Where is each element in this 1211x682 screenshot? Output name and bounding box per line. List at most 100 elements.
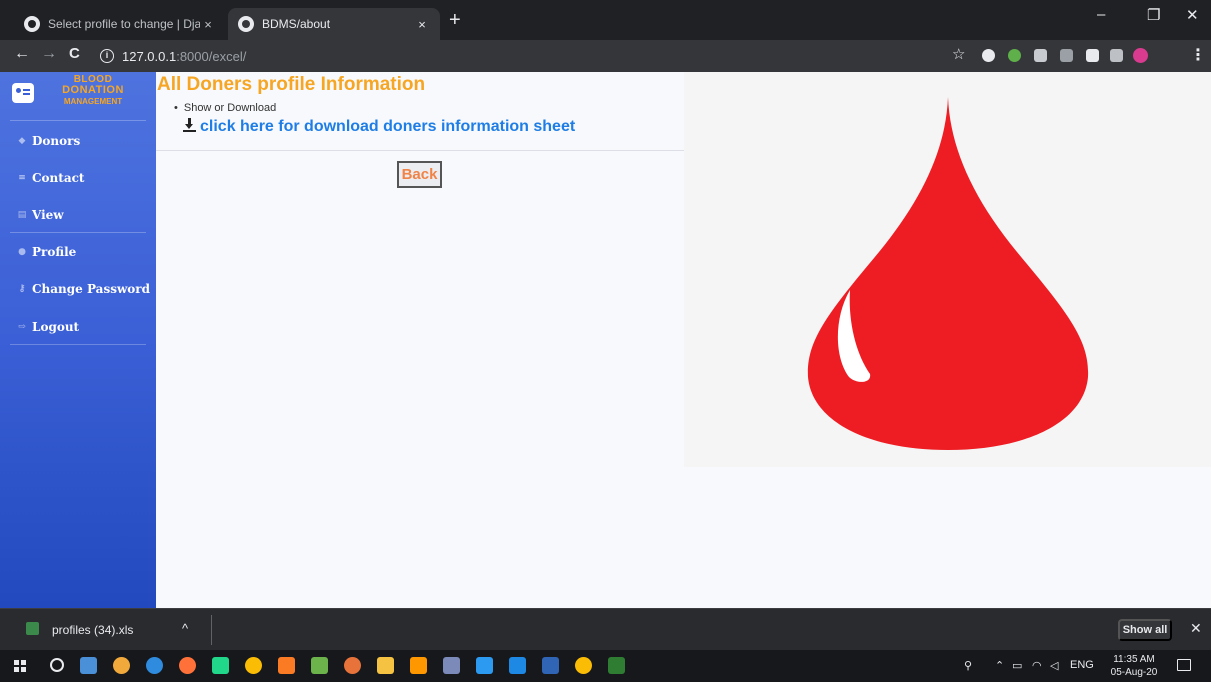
brand-text: BLOOD DONATION MANAGEMENT <box>38 74 148 107</box>
chevron-up-icon[interactable]: ^ <box>182 621 188 636</box>
download-sheet-link[interactable]: click here for download doners informati… <box>183 118 575 136</box>
browser-tab-strip: Select profile to change | Django × BDMS… <box>0 0 1211 40</box>
jupyter-icon[interactable] <box>344 657 361 674</box>
wifi-icon[interactable]: ◠ <box>1032 659 1042 672</box>
info-icon[interactable]: i <box>100 49 114 63</box>
clock[interactable]: 11:35 AM 05-Aug-20 <box>1110 653 1158 679</box>
new-tab-button[interactable]: + <box>449 9 461 32</box>
battery-icon[interactable]: ▭ <box>1012 659 1022 672</box>
restore-icon[interactable]: ❐ <box>1147 6 1160 24</box>
tab-close-icon[interactable]: × <box>200 17 216 32</box>
windows-taskbar: ⚲ ⌃ ▭ ◠ ◁ ENG 11:35 AM 05-Aug-20 <box>0 650 1211 682</box>
vscode-icon[interactable] <box>476 657 493 674</box>
sidebar-item-label: Donors <box>32 134 81 148</box>
media-player-icon[interactable] <box>443 657 460 674</box>
chevron-up-icon[interactable]: ⌃ <box>995 659 1004 672</box>
tab-django-admin[interactable]: Select profile to change | Django × <box>14 8 226 40</box>
sidebar-divider <box>10 344 146 345</box>
forward-arrow-icon[interactable]: → <box>41 45 57 63</box>
shield-extension-icon[interactable] <box>982 49 995 62</box>
page-viewport: BLOOD DONATION MANAGEMENT ◆ Donors ≡ Con… <box>0 72 1211 608</box>
powershell-icon[interactable] <box>542 657 559 674</box>
download-separator <box>211 615 212 645</box>
user-icon: ● <box>18 247 26 257</box>
minimize-icon[interactable]: – <box>1097 6 1105 23</box>
window-close-icon[interactable]: ✕ <box>1186 6 1199 24</box>
list-icon: ≡ <box>18 173 26 183</box>
tor-browser-icon[interactable] <box>113 657 130 674</box>
sidebar-item-profile[interactable]: ● Profile <box>16 242 76 262</box>
sidebar-divider <box>10 232 146 233</box>
address-bar[interactable]: i 127.0.0.1 :8000/excel/ <box>100 44 930 68</box>
tab-bdms-about[interactable]: BDMS/about × <box>228 8 440 40</box>
tab-title: BDMS/about <box>262 17 331 31</box>
more-menu-icon[interactable]: ⋮ <box>1190 45 1206 65</box>
back-button[interactable]: Back <box>397 161 442 188</box>
profile-avatar[interactable] <box>1133 48 1148 63</box>
sidebar-item-view[interactable]: ▤ View <box>16 205 64 225</box>
firefox-icon[interactable] <box>179 657 196 674</box>
xampp-icon[interactable] <box>278 657 295 674</box>
sidebar-item-donors[interactable]: ◆ Donors <box>16 131 81 151</box>
sidebar-item-label: Change Password <box>32 282 151 296</box>
page-title: All Doners profile Information <box>157 74 426 95</box>
notepad-icon[interactable] <box>311 657 328 674</box>
excel-icon[interactable] <box>608 657 625 674</box>
chrome-active-icon[interactable] <box>575 657 592 674</box>
sublime-text-icon[interactable] <box>410 657 427 674</box>
brand-line-3: MANAGEMENT <box>63 97 123 106</box>
logout-icon: ⇨ <box>18 322 26 332</box>
download-bar: profiles (34).xls ^ Show all ✕ <box>0 608 1211 650</box>
people-icon[interactable]: ⚲ <box>964 659 972 672</box>
tab-close-icon[interactable]: × <box>414 17 430 32</box>
download-link-text: click here for download doners informati… <box>200 118 576 135</box>
tab-title: Select profile to change | Django <box>48 17 200 31</box>
sidebar-item-logout[interactable]: ⇨ Logout <box>16 317 79 337</box>
puzzle-extension-icon[interactable] <box>1110 49 1123 62</box>
download-bar-close-icon[interactable]: ✕ <box>1190 620 1202 637</box>
windows-start-icon[interactable] <box>14 660 26 672</box>
bookmark-star-icon[interactable]: ☆ <box>952 45 965 63</box>
download-icon <box>183 118 196 132</box>
blood-drop-icon <box>807 97 1089 450</box>
brand[interactable]: BLOOD DONATION MANAGEMENT <box>8 74 154 118</box>
globe-icon <box>24 16 40 32</box>
language-indicator[interactable]: ENG <box>1070 659 1094 671</box>
blood-drop-illustration <box>684 72 1211 467</box>
downloaded-file-name[interactable]: profiles (34).xls <box>52 623 133 637</box>
task-view-icon[interactable] <box>80 657 97 674</box>
table-icon: ▤ <box>17 210 27 220</box>
database-extension-icon[interactable] <box>1034 49 1047 62</box>
reload-icon[interactable]: C <box>69 45 80 62</box>
cortana-search-icon[interactable] <box>50 658 64 672</box>
windows-store-icon[interactable] <box>509 657 526 674</box>
color-extension-icon[interactable] <box>1008 49 1021 62</box>
edge-icon[interactable] <box>146 657 163 674</box>
pycharm-icon[interactable] <box>212 657 229 674</box>
sidebar-item-label: Profile <box>32 245 77 259</box>
chrome-icon[interactable] <box>245 657 262 674</box>
show-or-download-bullet: Show or Download <box>174 102 276 114</box>
excel-file-icon <box>26 622 39 635</box>
sidebar-item-label: Logout <box>32 320 80 334</box>
sidebar-item-change-password[interactable]: ⚷ Change Password <box>16 279 150 299</box>
main-content: All Doners profile Information Show or D… <box>156 72 684 608</box>
document-extension-icon[interactable] <box>1086 49 1099 62</box>
browser-toolbar: ← → C i 127.0.0.1 :8000/excel/ ☆ ⋮ <box>0 40 1211 72</box>
sidebar-item-label: Contact <box>32 171 85 185</box>
sidebar-item-label: View <box>32 208 64 222</box>
sidebar-divider <box>10 120 146 121</box>
users-icon: ◆ <box>18 136 26 146</box>
brand-line-2: DONATION <box>62 84 124 96</box>
show-all-button[interactable]: Show all <box>1118 619 1172 641</box>
file-explorer-icon[interactable] <box>377 657 394 674</box>
back-arrow-icon[interactable]: ← <box>14 45 30 63</box>
notification-icon[interactable] <box>1177 659 1191 671</box>
key-icon: ⚷ <box>18 284 26 294</box>
volume-icon[interactable]: ◁ <box>1050 659 1058 672</box>
sidebar: BLOOD DONATION MANAGEMENT ◆ Donors ≡ Con… <box>0 72 156 608</box>
locale-extension-icon[interactable] <box>1060 49 1073 62</box>
content-divider <box>156 150 684 151</box>
sidebar-item-contact[interactable]: ≡ Contact <box>16 168 84 188</box>
globe-icon <box>238 16 254 32</box>
